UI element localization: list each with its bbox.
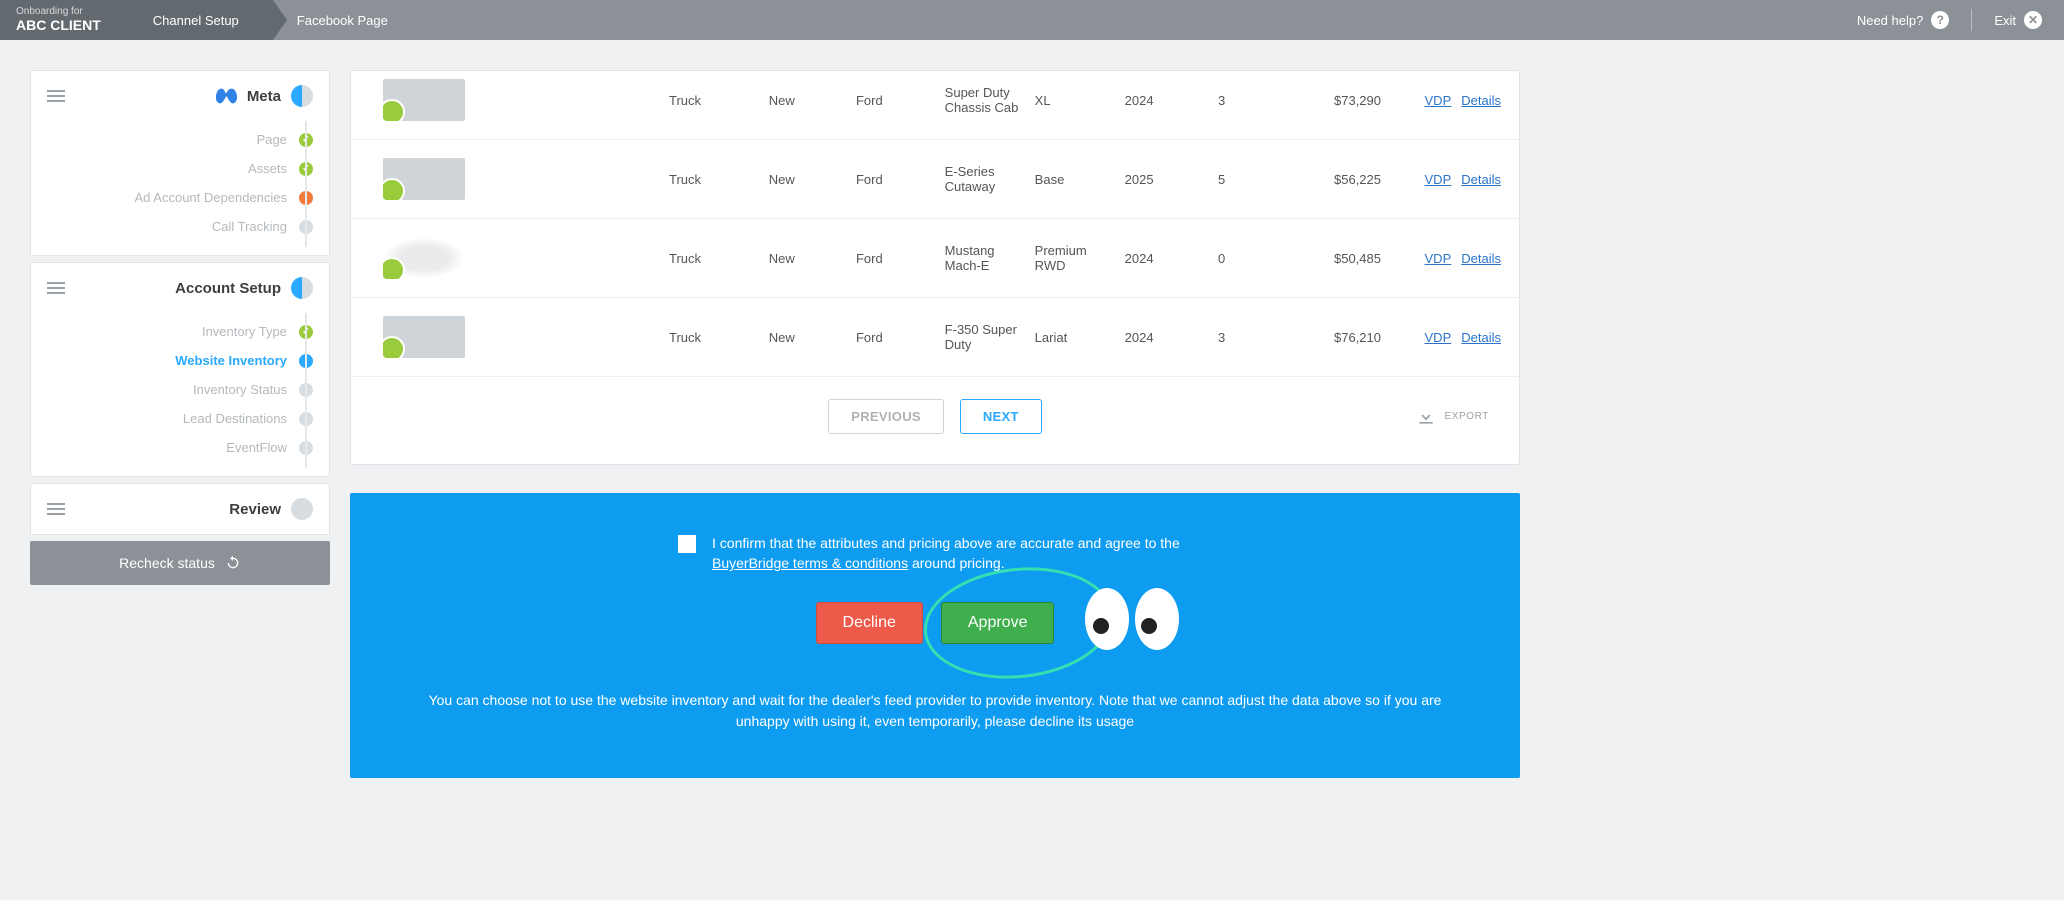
details-link[interactable]: Details <box>1461 251 1501 266</box>
exit-label: Exit <box>1994 13 2016 28</box>
inventory-card: TruckNewFordSuper Duty Chassis CabXL2024… <box>350 70 1520 465</box>
inventory-table: TruckNewFordSuper Duty Chassis CabXL2024… <box>351 71 1519 377</box>
exit-button[interactable]: Exit ✕ <box>1994 11 2042 29</box>
details-link[interactable]: Details <box>1461 93 1501 108</box>
menu-icon[interactable] <box>47 282 65 294</box>
recheck-status-button[interactable]: Recheck status <box>30 541 330 585</box>
panel-title-review: Review <box>229 501 281 518</box>
confirm-panel: I confirm that the attributes and pricin… <box>350 493 1520 778</box>
sidebar-step[interactable]: EventFlow <box>47 433 313 462</box>
need-help-button[interactable]: Need help? ? <box>1857 11 1950 29</box>
confirm-note: You can choose not to use the website in… <box>410 690 1460 732</box>
approve-button[interactable]: Approve <box>941 602 1055 644</box>
breadcrumb-facebook-page[interactable]: Facebook Page <box>273 0 422 40</box>
breadcrumb-channel-setup[interactable]: Channel Setup <box>129 0 273 40</box>
vdp-link[interactable]: VDP <box>1425 172 1452 187</box>
sidebar-step[interactable]: Lead Destinations <box>47 404 313 433</box>
table-row: TruckNewFordMustang Mach-EPremium RWD202… <box>351 219 1519 298</box>
table-row: TruckNewFordE-Series CutawayBase20255$56… <box>351 140 1519 219</box>
status-indicator <box>291 498 313 520</box>
vdp-link[interactable]: VDP <box>1425 251 1452 266</box>
divider <box>1971 9 1972 31</box>
top-bar: Onboarding for ABC CLIENT Channel Setup … <box>0 0 2064 40</box>
vehicle-thumbnail <box>383 79 465 121</box>
step-bullet-icon <box>299 354 313 368</box>
table-row: TruckNewFordF-350 Super DutyLariat20243$… <box>351 298 1519 377</box>
vehicle-thumbnail <box>383 237 465 279</box>
help-icon: ? <box>1931 11 1949 29</box>
vehicle-thumbnail <box>383 316 465 358</box>
pagination: PREVIOUS NEXT EXPORT <box>351 399 1519 434</box>
panel-meta: Meta Page✓Assets✓Ad Account Dependencies… <box>30 70 330 256</box>
next-button[interactable]: NEXT <box>960 399 1042 434</box>
status-indicator <box>291 85 313 107</box>
client-name: ABC CLIENT <box>16 18 101 33</box>
panel-title-meta: Meta <box>215 85 281 107</box>
previous-button[interactable]: PREVIOUS <box>828 399 944 434</box>
warning-icon: ! <box>299 191 313 205</box>
sidebar-step[interactable]: Inventory Status <box>47 375 313 404</box>
decline-button[interactable]: Decline <box>816 602 923 644</box>
sidebar-step[interactable]: Assets✓ <box>47 154 313 183</box>
terms-link[interactable]: BuyerBridge terms & conditions <box>712 555 908 571</box>
topbar-right: Need help? ? Exit ✕ <box>1857 9 2064 31</box>
confirm-checkbox[interactable] <box>678 535 696 553</box>
eyes-emoji-annotation <box>1085 588 1179 650</box>
sidebar-step[interactable]: Page✓ <box>47 125 313 154</box>
step-bullet-icon <box>299 441 313 455</box>
panel-account-setup: Account Setup Inventory Type✓Website Inv… <box>30 262 330 477</box>
sidebar-step[interactable]: Website Inventory <box>47 346 313 375</box>
status-indicator <box>291 277 313 299</box>
sidebar-step[interactable]: Ad Account Dependencies! <box>47 183 313 212</box>
sidebar: Meta Page✓Assets✓Ad Account Dependencies… <box>30 70 330 585</box>
check-icon: ✓ <box>299 325 313 339</box>
details-link[interactable]: Details <box>1461 330 1501 345</box>
refresh-icon <box>225 555 241 571</box>
download-icon <box>1416 407 1436 427</box>
table-row: TruckNewFordSuper Duty Chassis CabXL2024… <box>351 71 1519 140</box>
step-bullet-icon <box>299 383 313 397</box>
vdp-link[interactable]: VDP <box>1425 330 1452 345</box>
check-icon: ✓ <box>299 162 313 176</box>
vehicle-thumbnail <box>383 158 465 200</box>
details-link[interactable]: Details <box>1461 172 1501 187</box>
onboarding-badge: Onboarding for ABC CLIENT <box>0 0 129 40</box>
check-icon: ✓ <box>299 133 313 147</box>
menu-icon[interactable] <box>47 503 65 515</box>
panel-title-account: Account Setup <box>175 280 281 297</box>
sidebar-step[interactable]: Inventory Type✓ <box>47 317 313 346</box>
sidebar-step[interactable]: Call Tracking <box>47 212 313 241</box>
panel-review: Review <box>30 483 330 535</box>
confirm-text: I confirm that the attributes and pricin… <box>712 533 1192 574</box>
vdp-link[interactable]: VDP <box>1425 93 1452 108</box>
need-help-label: Need help? <box>1857 13 1924 28</box>
menu-icon[interactable] <box>47 90 65 102</box>
step-bullet-icon <box>299 412 313 426</box>
meta-logo-icon <box>215 85 237 107</box>
main-content: TruckNewFordSuper Duty Chassis CabXL2024… <box>350 70 1520 778</box>
close-icon: ✕ <box>2024 11 2042 29</box>
step-bullet-icon <box>299 220 313 234</box>
export-button[interactable]: EXPORT <box>1416 407 1489 427</box>
